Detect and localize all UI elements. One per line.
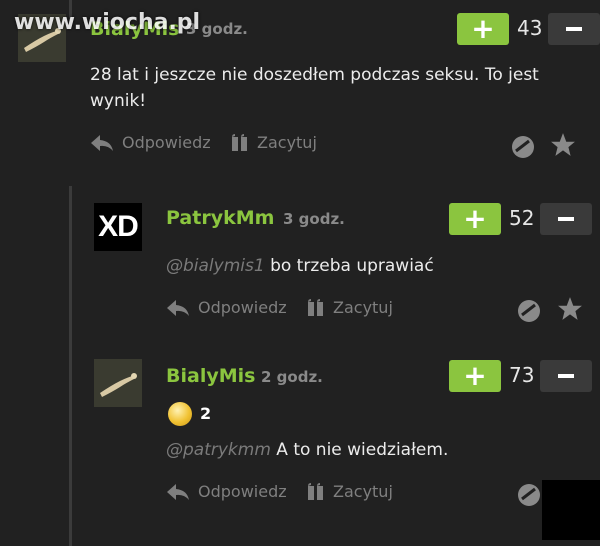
star-icon xyxy=(551,133,575,156)
quote-label: Zacytuj xyxy=(333,482,393,501)
mention-link[interactable]: @bialymis1 xyxy=(166,256,265,276)
upvote-button[interactable]: + xyxy=(449,203,501,235)
username[interactable]: BialyMis xyxy=(166,365,255,387)
comment-text: @bialymis1 bo trzeba uprawiać xyxy=(166,253,434,279)
award-icon xyxy=(512,136,534,158)
comment-body: bo trzeba uprawiać xyxy=(264,256,434,276)
coin-badge-icon xyxy=(168,402,192,426)
quote-icon xyxy=(308,298,323,316)
quote-button[interactable]: Zacytuj xyxy=(307,482,393,501)
quote-icon xyxy=(308,482,323,500)
reply-icon xyxy=(167,483,189,500)
downvote-button[interactable] xyxy=(548,13,600,45)
quote-button[interactable]: Zacytuj xyxy=(231,133,317,152)
timestamp: 3 godz. xyxy=(283,210,345,228)
mention-link[interactable]: @patrykmm xyxy=(166,440,271,460)
badge-count: 2 xyxy=(200,404,212,423)
score: 73 xyxy=(509,363,535,387)
reply-label: Odpowiedz xyxy=(122,133,211,152)
award-button[interactable] xyxy=(511,135,535,163)
gecko-avatar-icon xyxy=(94,359,142,407)
quote-label: Zacytuj xyxy=(333,298,393,317)
username[interactable]: PatrykMm xyxy=(166,207,274,229)
thread-line xyxy=(69,186,72,546)
reply-icon xyxy=(91,134,113,151)
award-button[interactable] xyxy=(517,483,541,511)
reply-label: Odpowiedz xyxy=(198,298,287,317)
downvote-button[interactable] xyxy=(540,203,592,235)
quote-button[interactable]: Zacytuj xyxy=(307,298,393,317)
corner-overlay xyxy=(542,480,600,540)
minus-icon xyxy=(566,27,582,31)
award-button[interactable] xyxy=(517,299,541,327)
comment-body: A to nie wiedziałem. xyxy=(270,440,449,460)
comment-text: 28 lat i jeszcze nie doszedłem podczas s… xyxy=(90,65,539,111)
upvote-button[interactable]: + xyxy=(457,13,509,45)
avatar[interactable]: XD xyxy=(94,203,142,251)
upvote-button[interactable]: + xyxy=(449,360,501,392)
comment-text: @patrykmm A to nie wiedziałem. xyxy=(166,437,448,463)
reply-button[interactable]: Odpowiedz xyxy=(90,133,211,152)
favorite-button[interactable] xyxy=(557,296,583,326)
reply-label: Odpowiedz xyxy=(198,482,287,501)
award-icon xyxy=(518,300,540,322)
downvote-button[interactable] xyxy=(540,360,592,392)
quote-icon xyxy=(232,133,247,151)
avatar[interactable] xyxy=(94,359,142,407)
timestamp: 2 godz. xyxy=(261,368,323,386)
reply-button[interactable]: Odpowiedz xyxy=(166,482,287,501)
reply-icon xyxy=(167,299,189,316)
quote-label: Zacytuj xyxy=(257,133,317,152)
favorite-button[interactable] xyxy=(550,132,576,162)
site-watermark: www.wiocha.pl xyxy=(14,10,201,35)
minus-icon xyxy=(558,374,574,378)
award-icon xyxy=(518,484,540,506)
minus-icon xyxy=(558,217,574,221)
score: 43 xyxy=(517,16,543,40)
reply-button[interactable]: Odpowiedz xyxy=(166,298,287,317)
star-icon xyxy=(558,297,582,320)
score: 52 xyxy=(509,206,535,230)
